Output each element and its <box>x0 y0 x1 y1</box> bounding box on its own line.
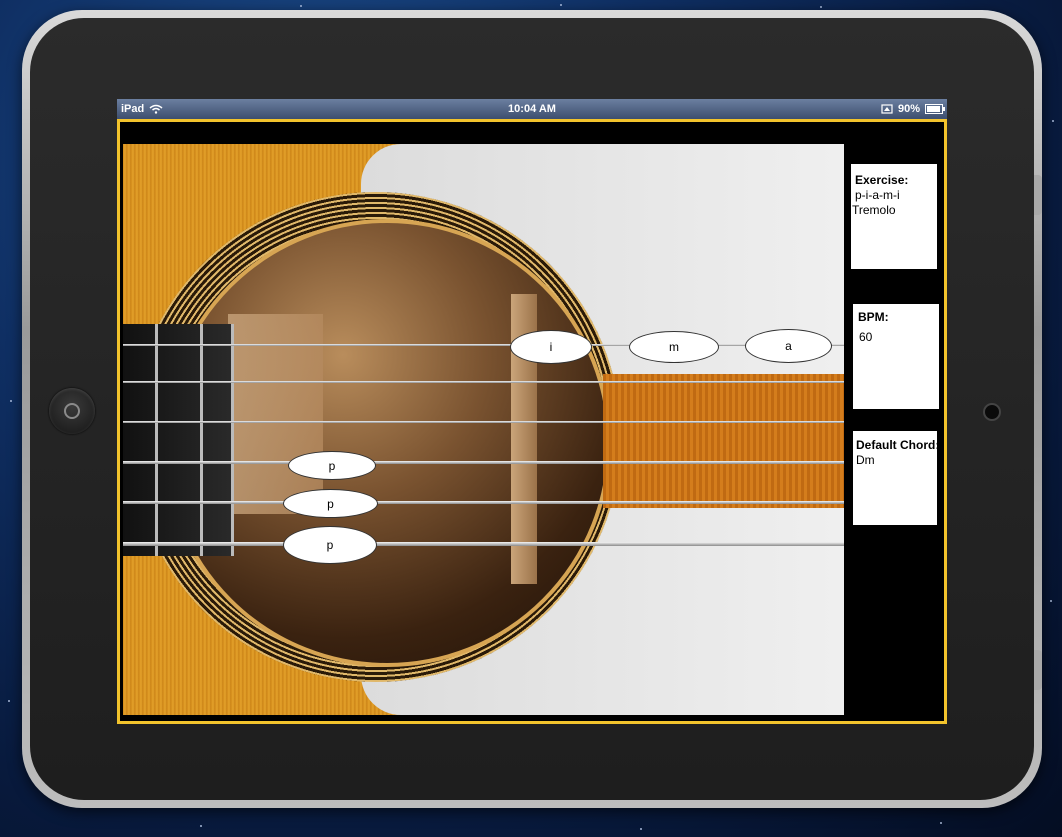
finger-i-marker[interactable]: i <box>510 330 592 364</box>
status-bar: iPad 10:04 AM 90% <box>117 99 947 119</box>
side-switch[interactable] <box>1034 650 1042 690</box>
volume-button[interactable] <box>1034 175 1042 215</box>
guitar-fret <box>200 324 203 556</box>
finger-a-marker[interactable]: a <box>745 329 832 363</box>
default-chord-label: Default Chord: <box>856 438 940 452</box>
bpm-value: 60 <box>859 330 873 344</box>
guitar-image: i m a p p p <box>123 144 844 715</box>
exercise-pattern: p-i-a-m-i <box>855 188 900 202</box>
guitar-string-6[interactable] <box>123 542 844 546</box>
finger-p-marker[interactable]: p <box>288 451 376 480</box>
guitar-string-5[interactable] <box>123 501 844 504</box>
orientation-lock-icon <box>881 104 893 114</box>
finger-p-marker[interactable]: p <box>283 526 377 564</box>
ipad-screen: iPad 10:04 AM 90% i m a p p p Exercise: … <box>117 99 947 724</box>
clock: 10:04 AM <box>508 103 556 115</box>
finger-p-marker[interactable]: p <box>283 489 378 518</box>
bpm-panel[interactable]: BPM: 60 <box>853 304 939 409</box>
front-camera <box>983 403 1001 421</box>
app-frame: i m a p p p Exercise: p-i-a-m-i Tremolo … <box>117 119 947 724</box>
guitar-string-2[interactable] <box>123 381 844 383</box>
battery-percent: 90% <box>897 103 920 115</box>
default-chord-panel[interactable]: Default Chord: Dm <box>853 431 940 525</box>
guitar-string-3[interactable] <box>123 421 844 423</box>
guitar-neck <box>603 374 844 508</box>
home-button[interactable] <box>49 388 95 434</box>
default-chord-value: Dm <box>856 453 875 467</box>
battery-icon <box>925 104 945 114</box>
exercise-name: Tremolo <box>852 203 896 217</box>
finger-m-marker[interactable]: m <box>629 331 719 363</box>
guitar-string-1[interactable] <box>123 344 844 346</box>
exercise-panel[interactable]: Exercise: p-i-a-m-i Tremolo <box>851 164 937 269</box>
guitar-fingerboard <box>123 324 233 556</box>
bpm-label: BPM: <box>858 310 889 324</box>
guitar-string-4[interactable] <box>123 461 844 464</box>
home-icon <box>64 403 80 419</box>
battery-fill <box>927 106 940 112</box>
status-right-group: 90% <box>881 103 945 115</box>
exercise-label: Exercise: <box>855 173 909 187</box>
guitar-fret <box>231 324 234 556</box>
guitar-fret <box>155 324 158 556</box>
